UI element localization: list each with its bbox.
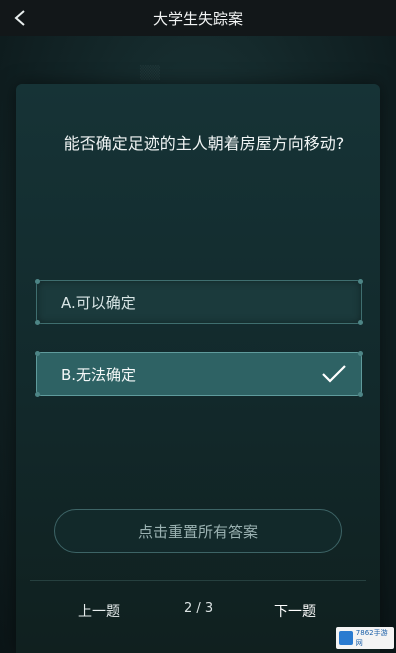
watermark-text: 7862手游网	[355, 629, 388, 647]
page-title: 大学生失踪案	[152, 9, 243, 28]
corner-dot	[358, 320, 363, 325]
reset-answers-button[interactable]: 点击重置所有答案	[54, 509, 342, 553]
chevron-left-icon	[14, 10, 25, 26]
corner-dot	[358, 392, 363, 397]
watermark: 7862手游网	[336, 627, 394, 649]
question-navigation: 上一题 2 / 3 下一题	[30, 580, 366, 637]
question-text: 能否确定足迹的主人朝着房屋方向移动?	[63, 134, 345, 153]
corner-dot	[358, 351, 363, 356]
background-texture: ▒▒	[140, 66, 160, 81]
option-a[interactable]: A.可以确定	[35, 279, 363, 325]
previous-question-button[interactable]: 上一题	[78, 601, 120, 621]
back-button[interactable]	[6, 4, 34, 32]
corner-dot	[35, 392, 40, 397]
corner-dot	[35, 279, 40, 284]
corner-dot	[35, 320, 40, 325]
question-counter: 2 / 3	[184, 601, 214, 616]
corner-dot	[35, 351, 40, 356]
option-b-label: B.无法确定	[61, 365, 137, 384]
title-bar: 大学生失踪案	[0, 0, 396, 36]
corner-dot	[358, 279, 363, 284]
watermark-logo-icon	[339, 631, 353, 645]
option-a-label: A.可以确定	[61, 293, 136, 312]
option-b[interactable]: B.无法确定	[35, 351, 363, 397]
check-icon	[322, 365, 346, 383]
next-question-button[interactable]: 下一题	[274, 601, 316, 621]
